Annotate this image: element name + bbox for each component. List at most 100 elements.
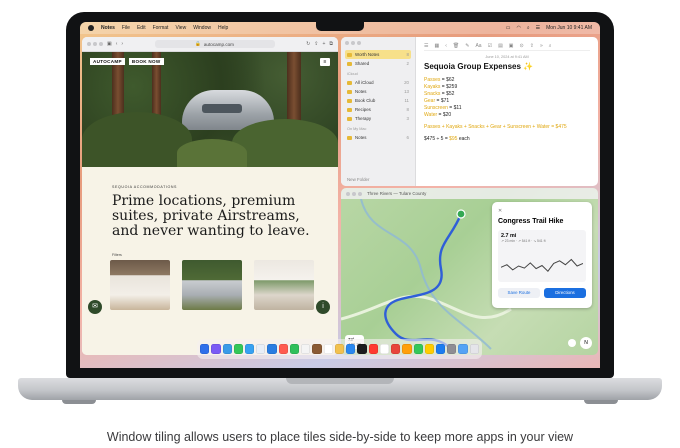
dock-app-icon[interactable] bbox=[278, 344, 288, 354]
dock-app-icon[interactable] bbox=[435, 344, 446, 354]
back-icon[interactable]: ‹ bbox=[445, 43, 447, 49]
lock-icon[interactable]: ⊙ bbox=[520, 43, 524, 49]
wifi-icon[interactable]: ◠ bbox=[516, 25, 520, 31]
dock-app-icon[interactable] bbox=[301, 344, 311, 354]
window-controls[interactable] bbox=[87, 42, 103, 46]
window-controls[interactable] bbox=[345, 41, 411, 45]
info-icon[interactable]: i bbox=[316, 300, 330, 314]
dock-app-icon[interactable] bbox=[391, 344, 401, 354]
menu-help[interactable]: Help bbox=[218, 25, 228, 31]
caption: Window tiling allows users to place tile… bbox=[106, 430, 574, 444]
notes-toolbar: ☰ ▦ ‹ 🗑 ✎ Aa ☑ ▤ ▣ ⊙ ⇪ » ⌕ bbox=[424, 41, 590, 51]
dock-app-icon[interactable] bbox=[469, 344, 479, 354]
dock-app-icon[interactable] bbox=[211, 344, 221, 354]
tabs-overview-icon[interactable]: ⧉ bbox=[329, 41, 333, 47]
new-tab-icon[interactable]: + bbox=[322, 41, 325, 47]
menu-edit[interactable]: Edit bbox=[137, 25, 146, 31]
url-text: autocamp.com bbox=[203, 41, 235, 47]
dock-app-icon[interactable] bbox=[402, 344, 412, 354]
notes-sidebar: Worth Notes 8 Shared 2 iCloud All iCloud 20… bbox=[341, 37, 416, 186]
new-folder-button[interactable]: New Folder bbox=[347, 177, 369, 182]
dock-app-icon[interactable] bbox=[424, 344, 434, 354]
book-now-button[interactable]: BOOK NOW bbox=[128, 58, 164, 65]
dock-app-icon[interactable] bbox=[379, 344, 390, 354]
chat-icon[interactable]: ✉ bbox=[88, 300, 102, 314]
dock-app-icon[interactable] bbox=[245, 344, 255, 354]
dock-app-icon[interactable] bbox=[256, 344, 266, 354]
dock-app-icon[interactable] bbox=[323, 344, 333, 354]
photo-bedroom[interactable] bbox=[254, 260, 314, 310]
menu-view[interactable]: View bbox=[175, 25, 186, 31]
compass-icon[interactable]: N bbox=[580, 337, 592, 349]
dock-app-icon[interactable] bbox=[200, 344, 210, 354]
sidebar-item-mac-notes[interactable]: Notes 6 bbox=[345, 133, 411, 142]
format-icon[interactable]: Aa bbox=[475, 43, 481, 49]
section-eyebrow: SEQUOIA ACCOMMODATIONS bbox=[112, 185, 178, 189]
window-controls[interactable] bbox=[346, 191, 362, 196]
sidebar-toggle-icon[interactable]: ▣ bbox=[107, 41, 112, 47]
dock-app-icon[interactable] bbox=[357, 344, 367, 354]
hamburger-menu-icon[interactable]: ≡ bbox=[320, 58, 330, 66]
dock-app-icon[interactable] bbox=[312, 344, 322, 354]
note-body[interactable]: Passes = $62 Kayaks = $259 Snacks = $52 … bbox=[424, 77, 590, 143]
battery-icon[interactable]: ▭ bbox=[506, 25, 511, 31]
menu-format[interactable]: Format bbox=[153, 25, 169, 31]
location-icon[interactable] bbox=[568, 339, 576, 347]
delete-icon[interactable]: 🗑 bbox=[453, 43, 459, 49]
dock-app-icon[interactable] bbox=[368, 344, 378, 354]
search-icon[interactable]: ⌕ bbox=[527, 25, 530, 31]
back-icon[interactable]: ‹ bbox=[116, 41, 118, 47]
dock-app-icon[interactable] bbox=[413, 344, 423, 354]
sidebar-item-therapy[interactable]: Therapy 3 bbox=[345, 114, 411, 123]
clock[interactable]: Mon Jun 10 9:41 AM bbox=[546, 25, 592, 31]
trailhead-marker[interactable] bbox=[456, 209, 466, 219]
list-view-icon[interactable]: ☰ bbox=[424, 43, 428, 49]
gallery-view-icon[interactable]: ▦ bbox=[434, 43, 439, 49]
dock bbox=[197, 339, 482, 359]
address-bar[interactable]: 🔒 autocamp.com bbox=[154, 40, 275, 48]
note-title[interactable]: Sequoia Group Expenses ✨ bbox=[424, 62, 590, 71]
compose-icon[interactable]: ✎ bbox=[465, 43, 469, 49]
route-actions: Save Route Directions bbox=[498, 288, 586, 298]
expense-line: Kayaks = $259 bbox=[424, 84, 458, 90]
menu-window[interactable]: Window bbox=[193, 25, 211, 31]
dock-app-icon[interactable] bbox=[447, 344, 457, 354]
accommodation-photos bbox=[110, 260, 314, 310]
table-icon[interactable]: ▤ bbox=[498, 43, 503, 49]
close-icon[interactable]: ✕ bbox=[498, 208, 586, 214]
search-icon[interactable]: ⌕ bbox=[549, 43, 552, 49]
sidebar-item-worth-notes[interactable]: Worth Notes 8 bbox=[345, 50, 411, 59]
menu-app-name[interactable]: Notes bbox=[101, 25, 115, 31]
safari-window: ▣ ‹ › 🔒 autocamp.com ↻ ⇪ + ⧉ AUTOCAMP BO… bbox=[82, 37, 338, 355]
sidebar-item-notes[interactable]: Notes 13 bbox=[345, 87, 411, 96]
sidebar-item-shared[interactable]: Shared 2 bbox=[345, 59, 411, 68]
dock-app-icon[interactable] bbox=[267, 344, 277, 354]
sidebar-item-all-icloud[interactable]: All iCloud 20 bbox=[345, 78, 411, 87]
more-icon[interactable]: » bbox=[540, 43, 543, 49]
directions-button[interactable]: Directions bbox=[544, 288, 586, 298]
sidebar-item-recipes[interactable]: Recipes 8 bbox=[345, 105, 411, 114]
dock-app-icon[interactable] bbox=[233, 344, 243, 354]
forward-icon[interactable]: › bbox=[121, 41, 123, 47]
save-route-button[interactable]: Save Route bbox=[498, 288, 540, 298]
control-center-icon[interactable]: ☰ bbox=[536, 25, 540, 31]
sidebar-item-book-club[interactable]: Book Club 11 bbox=[345, 96, 411, 105]
menu-file[interactable]: File bbox=[122, 25, 130, 31]
maps-toolbar: Three Rivers — Tulare County bbox=[341, 188, 598, 199]
dock-app-icon[interactable] bbox=[334, 344, 345, 354]
site-logo[interactable]: AUTOCAMP bbox=[90, 58, 125, 65]
dock-app-icon[interactable] bbox=[222, 344, 232, 354]
dock-app-icon[interactable] bbox=[458, 344, 468, 354]
share-icon[interactable]: ⇪ bbox=[530, 43, 534, 49]
photo-suite-interior[interactable] bbox=[110, 260, 170, 310]
photo-airstream[interactable] bbox=[182, 260, 242, 310]
reload-icon[interactable]: ↻ bbox=[306, 41, 310, 47]
dock-app-icon[interactable] bbox=[289, 344, 300, 354]
expense-line: Snacks = $52 bbox=[424, 91, 455, 97]
apple-menu-icon[interactable] bbox=[88, 25, 94, 31]
checklist-icon[interactable]: ☑ bbox=[488, 43, 492, 49]
media-icon[interactable]: ▣ bbox=[509, 43, 514, 49]
dock-app-icon[interactable] bbox=[346, 344, 356, 354]
share-icon[interactable]: ⇪ bbox=[314, 41, 318, 47]
filters-link[interactable]: Filters bbox=[112, 253, 308, 257]
